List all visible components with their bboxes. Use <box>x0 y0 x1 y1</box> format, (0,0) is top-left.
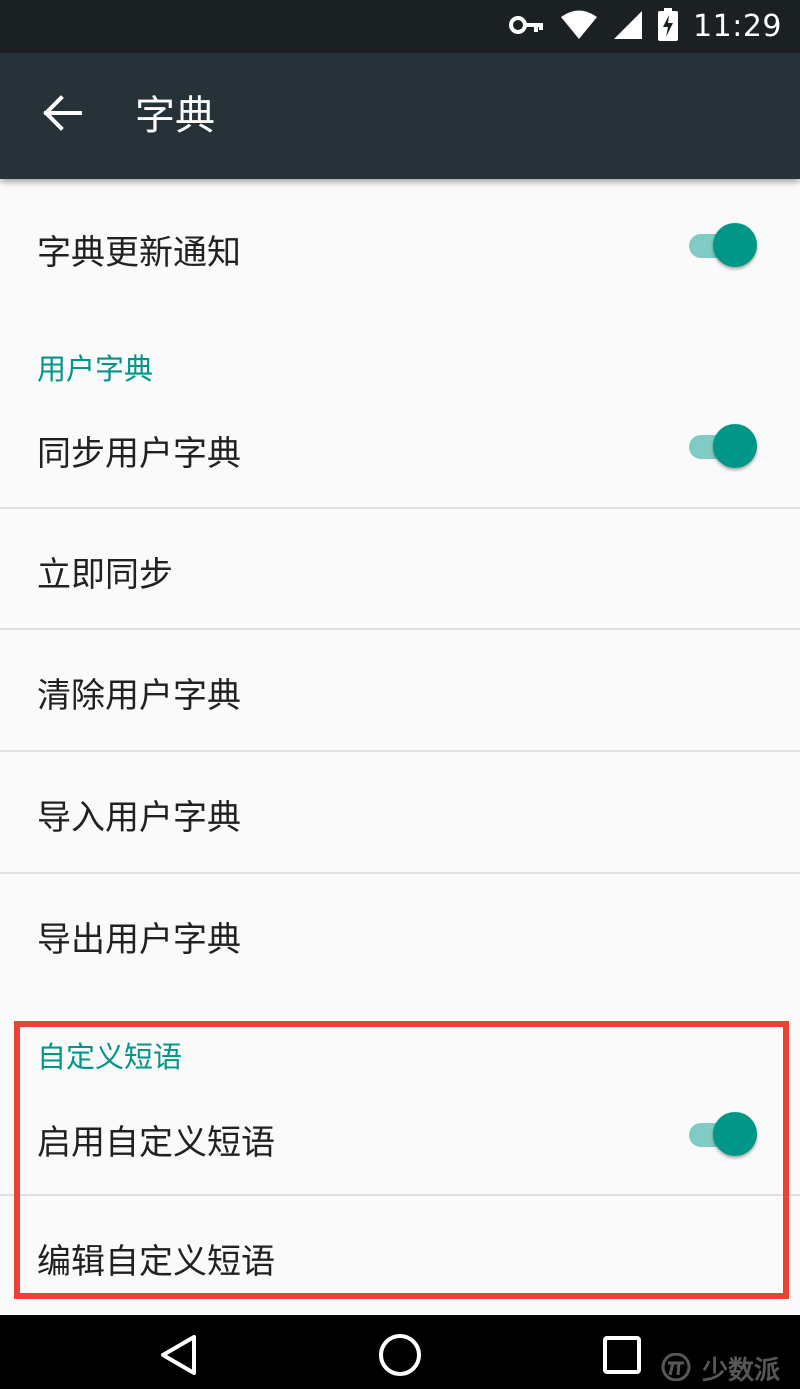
highlight-annotation-box <box>14 1021 789 1299</box>
arrow-back-icon <box>42 95 82 135</box>
app-toolbar: 字典 <box>0 53 800 179</box>
setting-sync-now[interactable]: 立即同步 <box>0 509 800 628</box>
nav-recents-button[interactable] <box>592 1327 652 1387</box>
cell-signal-icon <box>613 10 643 44</box>
status-icons: 11:29 <box>509 0 782 53</box>
setting-label: 导出用户字典 <box>37 920 241 960</box>
setting-sync-user-dictionary[interactable]: 同步用户字典 <box>0 399 800 507</box>
status-bar: 11:29 <box>0 0 800 53</box>
nav-home-button[interactable] <box>370 1327 430 1387</box>
back-button[interactable] <box>30 83 94 147</box>
sync-user-dictionary-switch[interactable] <box>687 423 757 469</box>
recents-square-icon <box>602 1335 642 1379</box>
watermark-logo-icon <box>656 1352 696 1385</box>
system-nav-bar: 少数派 <box>0 1315 800 1389</box>
back-triangle-icon <box>158 1333 198 1381</box>
status-clock: 11:29 <box>693 9 782 44</box>
setting-label: 字典更新通知 <box>37 233 241 273</box>
nav-back-button[interactable] <box>148 1327 208 1387</box>
watermark-text: 少数派 <box>701 1356 780 1386</box>
vpn-key-icon <box>509 15 545 39</box>
setting-label: 同步用户字典 <box>37 434 241 474</box>
watermark: 少数派 <box>656 1350 780 1387</box>
switch-thumb <box>713 223 757 267</box>
page-title: 字典 <box>135 93 215 139</box>
setting-label: 清除用户字典 <box>37 676 241 716</box>
category-user-dictionary: 用户字典 <box>37 352 154 386</box>
setting-import-user-dictionary[interactable]: 导入用户字典 <box>0 752 800 872</box>
setting-label: 立即同步 <box>37 555 173 595</box>
setting-export-user-dictionary[interactable]: 导出用户字典 <box>0 874 800 994</box>
setting-dictionary-update-notification[interactable]: 字典更新通知 <box>0 179 800 314</box>
wifi-icon <box>559 10 599 44</box>
home-circle-icon <box>378 1333 422 1381</box>
switch-thumb <box>713 424 757 468</box>
battery-charging-icon <box>657 7 679 46</box>
setting-clear-user-dictionary[interactable]: 清除用户字典 <box>0 630 800 750</box>
dictionary-update-notification-switch[interactable] <box>687 222 757 268</box>
setting-label: 导入用户字典 <box>37 798 241 838</box>
